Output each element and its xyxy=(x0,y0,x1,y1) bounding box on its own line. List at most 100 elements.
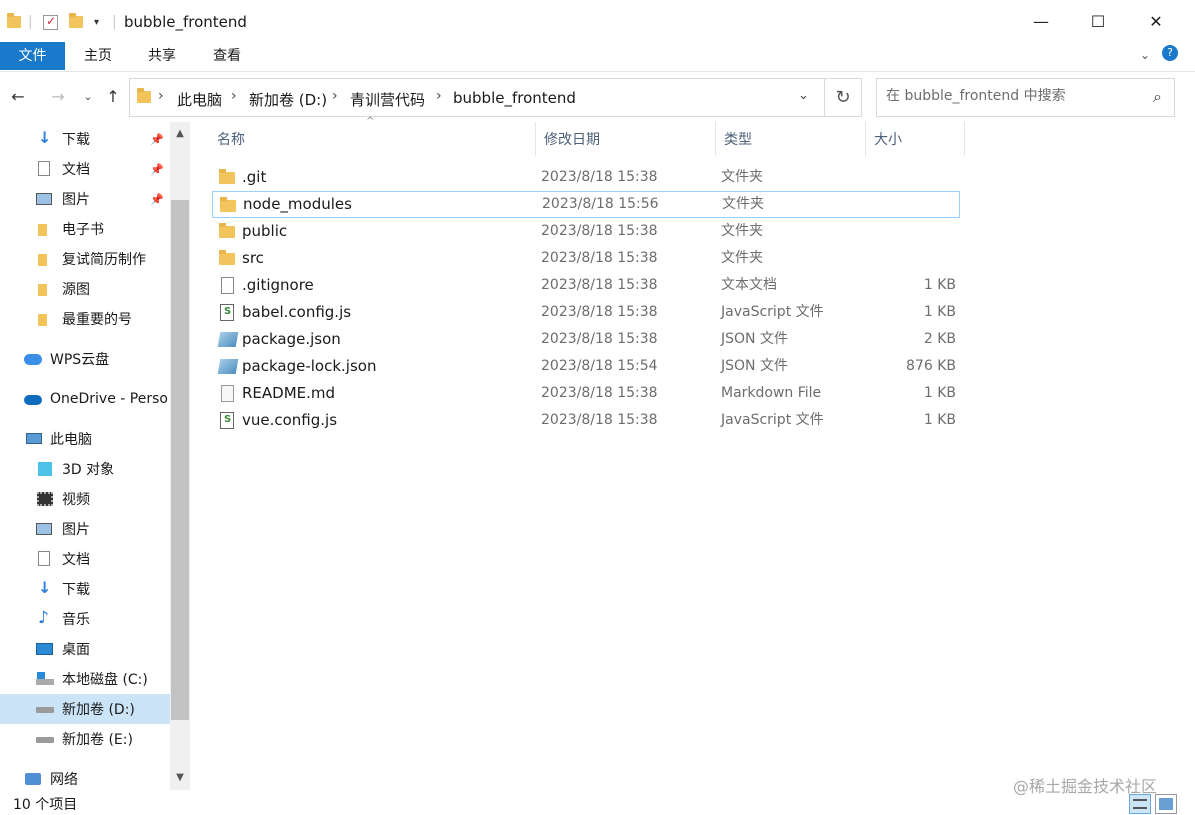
details-view-button[interactable] xyxy=(1129,794,1151,814)
sidebar-item-documents[interactable]: 文档 xyxy=(0,544,170,574)
forward-arrow-icon[interactable]: → xyxy=(47,86,69,108)
refresh-button[interactable]: ↻ xyxy=(825,78,862,117)
sidebar-item-wps-cloud[interactable]: WPS云盘 xyxy=(0,344,170,374)
sidebar-item-label: 视频 xyxy=(62,492,90,508)
properties-icon[interactable]: ✓ xyxy=(43,12,58,32)
scroll-down-arrow-icon[interactable]: ▼ xyxy=(170,768,190,788)
file-row[interactable]: node_modules 2023/8/18 15:56 文件夹 xyxy=(212,191,960,218)
file-date: 2023/8/18 15:38 xyxy=(541,412,658,428)
breadcrumb-separator-icon[interactable]: › xyxy=(231,88,237,104)
breadcrumb-current[interactable]: bubble_frontend xyxy=(453,89,576,107)
file-date: 2023/8/18 15:38 xyxy=(541,385,658,401)
new-folder-icon[interactable] xyxy=(69,12,83,32)
large-icons-view-button[interactable] xyxy=(1155,794,1177,814)
pin-icon[interactable]: 📌 xyxy=(150,163,164,176)
sidebar-item-important[interactable]: 最重要的号 xyxy=(0,304,170,334)
text-file-icon xyxy=(221,277,234,294)
file-row[interactable]: README.md 2023/8/18 15:38 Markdown File … xyxy=(212,380,960,407)
sidebar-item-desktop[interactable]: 桌面 xyxy=(0,634,170,664)
file-row[interactable]: .gitignore 2023/8/18 15:38 文本文档 1 KB xyxy=(212,272,960,299)
file-date: 2023/8/18 15:38 xyxy=(541,223,658,239)
tab-home[interactable]: 主页 xyxy=(70,42,126,70)
breadcrumb-separator-icon[interactable]: › xyxy=(332,88,338,104)
ribbon-expand-icon[interactable]: ⌄ xyxy=(1140,48,1150,62)
sidebar-item-this-pc[interactable]: 此电脑 xyxy=(0,424,170,454)
column-header-name[interactable]: 名称 xyxy=(209,122,536,156)
sidebar-item-network[interactable]: 网络 xyxy=(0,764,170,790)
sidebar-scrollbar-thumb[interactable] xyxy=(171,200,189,720)
sidebar-item-label: 新加卷 (E:) xyxy=(62,732,133,748)
column-header-date[interactable]: 修改日期 xyxy=(536,122,716,156)
sidebar-item-drive-e[interactable]: 新加卷 (E:) xyxy=(0,724,170,754)
search-icon[interactable]: ⌕ xyxy=(1153,87,1162,107)
folder-app-icon xyxy=(7,12,21,32)
file-row[interactable]: babel.config.js 2023/8/18 15:38 JavaScri… xyxy=(212,299,960,326)
document-icon xyxy=(36,161,54,177)
sidebar-item-onedrive[interactable]: OneDrive - Perso xyxy=(0,384,170,414)
sidebar-item-label: 音乐 xyxy=(62,612,90,628)
item-count: 10 个项目 xyxy=(13,797,78,813)
sidebar-item-source-images[interactable]: 源图 xyxy=(0,274,170,304)
file-row[interactable]: package.json 2023/8/18 15:38 JSON 文件 2 K… xyxy=(212,326,960,353)
file-date: 2023/8/18 15:38 xyxy=(541,304,658,320)
breadcrumb-separator-icon[interactable]: › xyxy=(436,88,442,104)
sidebar-item-ebooks[interactable]: 电子书 xyxy=(0,214,170,244)
breadcrumb-folder[interactable]: 青训营代码 xyxy=(350,89,425,110)
sidebar-item-resume[interactable]: 复试简历制作 xyxy=(0,244,170,274)
breadcrumb-drive-d[interactable]: 新加卷 (D:) xyxy=(249,89,327,110)
sidebar-item-label: 图片 xyxy=(62,192,90,208)
quick-access-dropdown-icon[interactable]: ▾ xyxy=(94,12,99,32)
up-arrow-icon[interactable]: ↑ xyxy=(102,86,124,108)
folder-icon xyxy=(219,223,235,238)
breadcrumb-this-pc[interactable]: 此电脑 xyxy=(177,89,222,110)
pin-icon[interactable]: 📌 xyxy=(150,193,164,206)
file-row[interactable]: vue.config.js 2023/8/18 15:38 JavaScript… xyxy=(212,407,960,434)
sidebar-item-drive-c[interactable]: 本地磁盘 (C:) xyxy=(0,664,170,694)
maximize-button[interactable]: ☐ xyxy=(1069,0,1127,42)
breadcrumb-separator-icon[interactable]: › xyxy=(158,88,164,104)
file-type: JSON 文件 xyxy=(721,331,788,347)
file-row[interactable]: public 2023/8/18 15:38 文件夹 xyxy=(212,218,960,245)
address-bar[interactable]: › 此电脑 › 新加卷 (D:) › 青训营代码 › bubble_fronte… xyxy=(129,78,825,117)
sidebar-item-pictures-pinned[interactable]: 图片 📌 xyxy=(0,184,170,214)
help-icon[interactable]: ? xyxy=(1162,45,1178,61)
file-row[interactable]: .git 2023/8/18 15:38 文件夹 xyxy=(212,164,960,191)
recent-locations-chevron-icon[interactable]: ⌄ xyxy=(77,86,99,108)
sidebar-item-downloads-pinned[interactable]: ↓ 下载 📌 xyxy=(0,124,170,154)
back-arrow-icon[interactable]: ← xyxy=(7,86,29,108)
pin-icon[interactable]: 📌 xyxy=(150,133,164,146)
file-name: src xyxy=(242,249,264,267)
sidebar-item-videos[interactable]: 视频 xyxy=(0,484,170,514)
address-history-chevron-icon[interactable]: ⌄ xyxy=(798,88,809,103)
search-box[interactable]: ⌕ xyxy=(876,78,1175,117)
tab-share[interactable]: 共享 xyxy=(134,42,190,70)
sidebar-item-music[interactable]: ♪ 音乐 xyxy=(0,604,170,634)
file-row[interactable]: src 2023/8/18 15:38 文件夹 xyxy=(212,245,960,272)
desktop-icon xyxy=(36,641,54,657)
music-icon: ♪ xyxy=(38,608,49,628)
sidebar-item-downloads[interactable]: ↓ 下载 xyxy=(0,574,170,604)
network-icon xyxy=(24,771,42,787)
sidebar-item-3d-objects[interactable]: 3D 对象 xyxy=(0,454,170,484)
sidebar-item-drive-d[interactable]: 新加卷 (D:) xyxy=(0,694,170,724)
sidebar-item-pictures[interactable]: 图片 xyxy=(0,514,170,544)
tab-view[interactable]: 查看 xyxy=(198,42,256,70)
column-header-size[interactable]: 大小 xyxy=(866,122,965,156)
search-input[interactable] xyxy=(886,88,1136,104)
file-name: vue.config.js xyxy=(242,411,338,429)
sidebar-item-documents-pinned[interactable]: 文档 📌 xyxy=(0,154,170,184)
sidebar-item-label: 此电脑 xyxy=(50,432,92,448)
tab-file[interactable]: 文件 xyxy=(0,42,65,70)
video-icon xyxy=(36,491,54,507)
sidebar-item-label: 文档 xyxy=(62,162,90,178)
column-header-type[interactable]: 类型 xyxy=(716,122,866,156)
file-row[interactable]: package-lock.json 2023/8/18 15:54 JSON 文… xyxy=(212,353,960,380)
scroll-up-arrow-icon[interactable]: ▲ xyxy=(170,124,190,144)
close-button[interactable]: ✕ xyxy=(1127,0,1185,42)
file-date: 2023/8/18 15:56 xyxy=(542,196,659,212)
json-file-icon xyxy=(217,332,239,347)
minimize-button[interactable]: — xyxy=(1012,0,1070,42)
navigation-bar: ← → ⌄ ↑ › 此电脑 › 新加卷 (D:) › 青训营代码 › bubbl… xyxy=(0,78,1195,118)
file-type: Markdown File xyxy=(721,385,822,401)
sidebar-item-label: 电子书 xyxy=(62,222,104,238)
